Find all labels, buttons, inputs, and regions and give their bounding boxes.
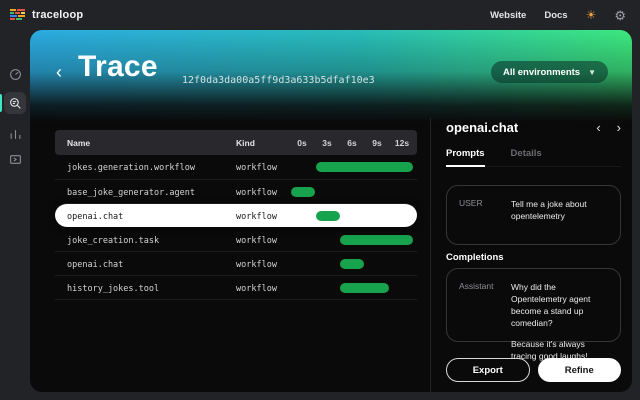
span-name: openai.chat [67,260,123,270]
span-row[interactable]: base_joke_generator.agent workflow [55,179,417,203]
duration-bar [340,235,413,245]
prev-span-chevron-icon[interactable]: ‹ [596,121,600,134]
next-span-chevron-icon[interactable]: › [617,121,621,134]
active-indicator [0,94,2,112]
tab-prompts[interactable]: Prompts [446,148,485,167]
duration-bar [340,259,364,269]
settings-gear-icon[interactable]: ⚙ [614,9,626,22]
message-role: USER [459,198,511,232]
message-text: Why did the Opentelemetry agent become a… [511,281,608,329]
span-name: jokes.generation.workflow [67,163,195,173]
theme-toggle-sun-icon[interactable]: ☀ [586,9,597,21]
span-name: history_jokes.tool [67,284,159,294]
tab-details[interactable]: Details [511,148,542,166]
span-row[interactable]: joke_creation.task workflow [55,227,417,251]
top-bar: traceloop Website Docs ☀ ⚙ [0,0,640,30]
time-tick: 9s [372,138,381,148]
time-tick: 6s [347,138,356,148]
trace-search-icon [9,97,22,110]
message-role: Assistant [459,281,511,329]
completion-line: Why did the Opentelemetry agent become a… [511,281,608,329]
panel-tabs: Prompts Details [446,148,621,167]
completions-section-label: Completions [446,252,504,263]
span-detail-title: openai.chat [446,120,518,135]
span-kind: workflow [236,188,277,198]
left-sidebar [0,30,30,400]
time-tick: 0s [297,138,306,148]
brand-name: traceloop [32,9,83,21]
span-kind: workflow [236,163,277,173]
refine-button[interactable]: Refine [538,358,622,382]
spans-table: Name Kind 0s 3s 6s 9s 12s jokes.generati… [55,130,417,300]
duration-bar [316,162,413,172]
time-tick: 12s [395,138,409,148]
time-tick: 3s [322,138,331,148]
brand[interactable]: traceloop [0,9,83,22]
span-kind: workflow [236,260,277,270]
sidebar-item-console[interactable] [4,148,26,170]
duration-bar [316,211,340,221]
trace-id: 12f0da3da00a5ff9d3a633b5dfaf10e3 [182,75,375,86]
back-chevron-icon[interactable]: ‹ [56,63,62,81]
bar-chart-icon [9,128,22,141]
column-header-kind: Kind [236,138,255,148]
span-row[interactable]: history_jokes.tool workflow [55,275,417,299]
span-name: base_joke_generator.agent [67,188,195,198]
span-kind: workflow [236,284,277,294]
website-link[interactable]: Website [490,10,526,21]
main-content: ‹ Trace 12f0da3da00a5ff9d3a633b5dfaf10e3… [30,30,632,392]
duration-bar [340,283,389,293]
page-title: Trace [78,50,158,84]
docs-link[interactable]: Docs [544,10,567,21]
duration-bar [291,187,315,197]
span-row[interactable]: jokes.generation.workflow workflow [55,155,417,179]
span-detail-panel: openai.chat ‹ › Prompts Details USER Tel… [431,30,632,392]
column-header-name: Name [67,138,90,148]
table-rows: jokes.generation.workflow workflow base_… [55,155,417,300]
sidebar-item-traces[interactable] [4,92,26,114]
span-kind: workflow [236,212,277,222]
span-name: joke_creation.task [67,236,159,246]
sidebar-item-analytics[interactable] [4,123,26,145]
span-name: openai.chat [67,212,123,222]
sidebar-item-dashboard[interactable] [4,63,26,85]
export-button[interactable]: Export [446,358,530,382]
prompt-message-box: USER Tell me a joke about opentelemetry [446,185,621,245]
traceloop-logo-icon [10,9,25,22]
span-kind: workflow [236,236,277,246]
span-row-selected[interactable]: openai.chat workflow [55,203,417,227]
console-icon [9,153,22,166]
completion-message-box: Assistant Why did the Opentelemetry agen… [446,268,621,342]
message-text: Tell me a joke about opentelemetry [511,198,608,232]
gauge-icon [9,68,22,81]
span-row[interactable]: openai.chat workflow [55,251,417,275]
table-header: Name Kind 0s 3s 6s 9s 12s [55,130,417,155]
